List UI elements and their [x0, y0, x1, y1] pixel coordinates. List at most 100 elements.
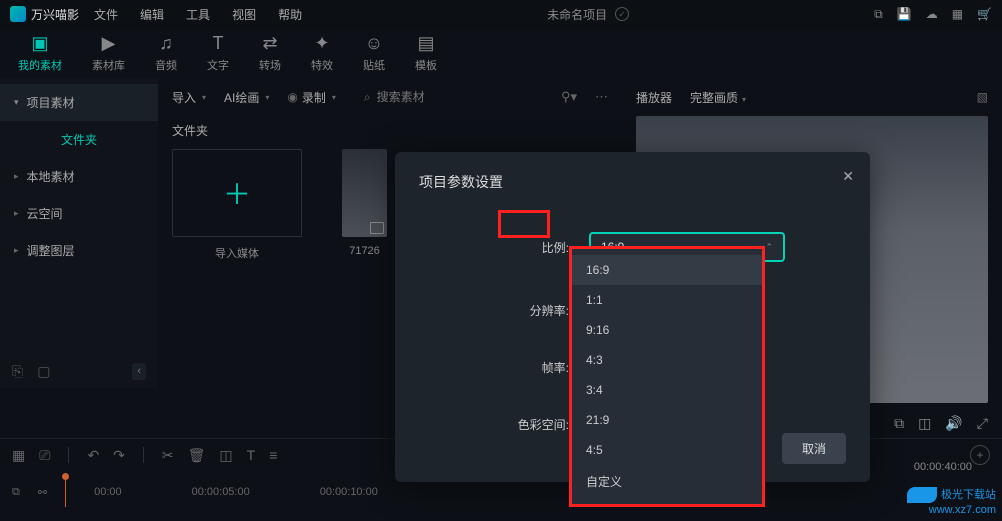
- tl-time-1: 00:00:05:00: [192, 486, 250, 498]
- import-button[interactable]: 导入: [172, 89, 206, 106]
- ratio-option-21-9[interactable]: 21:9: [572, 405, 762, 435]
- sidebar-label: 云空间: [27, 205, 63, 222]
- ratio-option-custom[interactable]: 自定义: [572, 465, 762, 498]
- tl-text-icon[interactable]: T: [247, 447, 256, 463]
- saved-check-icon: ✓: [615, 7, 629, 21]
- tab-label: 音频: [155, 57, 177, 73]
- watermark: 极光下载站 www.xz7.com: [907, 487, 996, 517]
- playhead[interactable]: [65, 477, 66, 507]
- tl-grid-icon[interactable]: ▦: [12, 447, 25, 464]
- sidebar-label: 本地素材: [27, 168, 75, 185]
- screen-icon[interactable]: ⧉: [874, 7, 883, 22]
- cloud-upload-icon[interactable]: ☁: [926, 7, 938, 22]
- sidebar-folder[interactable]: 文件夹: [0, 121, 158, 158]
- search-icon: ⌕: [364, 90, 371, 105]
- watermark-icon: [907, 487, 937, 503]
- tab-sticker[interactable]: ☺贴纸: [363, 33, 385, 73]
- sidebar-label: 调整图层: [27, 242, 75, 259]
- tl-crop-icon[interactable]: ◫: [219, 447, 232, 464]
- folder-icon[interactable]: ▢: [37, 363, 50, 380]
- search-input[interactable]: [377, 90, 457, 104]
- player-tab[interactable]: 播放器: [636, 89, 672, 106]
- volume-icon[interactable]: 🔊: [945, 415, 962, 432]
- tab-my-media[interactable]: ▣ 我的素材: [18, 33, 62, 73]
- camera-icon[interactable]: ◫: [918, 415, 931, 432]
- menu-tools[interactable]: 工具: [186, 6, 210, 23]
- quality-dropdown[interactable]: 完整画质: [690, 89, 746, 106]
- media-thumbnail[interactable]: [342, 149, 387, 237]
- collapse-sidebar-icon[interactable]: ‹: [132, 363, 146, 380]
- apps-icon[interactable]: ▦: [952, 7, 963, 22]
- record-button[interactable]: 录制: [287, 89, 336, 106]
- search-wrap: ⌕: [364, 90, 457, 105]
- tab-label: 特效: [311, 57, 333, 73]
- menu-help[interactable]: 帮助: [278, 6, 302, 23]
- filter-icon[interactable]: ⚲▾: [561, 89, 577, 105]
- close-icon[interactable]: ✕: [842, 168, 854, 185]
- resolution-label: 分辨率:: [419, 302, 569, 319]
- tl-cut-icon[interactable]: ✂: [162, 447, 174, 464]
- watermark-name: 极光下载站: [941, 489, 996, 501]
- tab-label: 我的素材: [18, 57, 62, 73]
- sidebar-adjust[interactable]: 调整图层: [0, 232, 158, 269]
- ratio-option-4-5[interactable]: 4:5: [572, 435, 762, 465]
- screen-mode-icon[interactable]: ⧉: [894, 415, 904, 432]
- tab-library[interactable]: ▶素材库: [92, 33, 125, 73]
- project-title: 未命名项目: [547, 6, 607, 23]
- tl-undo-icon[interactable]: ↶: [87, 447, 99, 464]
- ratio-option-3-4[interactable]: 3:4: [572, 375, 762, 405]
- tl-speed-icon[interactable]: ≡: [269, 447, 277, 463]
- tl-redo-icon[interactable]: ↷: [113, 447, 125, 464]
- new-folder-icon[interactable]: ⎘: [12, 363, 23, 380]
- ratio-option-9-16[interactable]: 9:16: [572, 315, 762, 345]
- tab-label: 素材库: [92, 57, 125, 73]
- ratio-highlight: [498, 210, 550, 238]
- app-name: 万兴喵影: [31, 6, 79, 23]
- tab-transition[interactable]: ⇄转场: [259, 33, 281, 73]
- menu-view[interactable]: 视图: [232, 6, 256, 23]
- cart-icon[interactable]: 🛒: [977, 7, 992, 22]
- tab-template[interactable]: ▤模板: [415, 33, 437, 73]
- sidebar-project[interactable]: 项目素材: [0, 84, 158, 121]
- tl-link-icon[interactable]: ⧉: [12, 486, 20, 499]
- tl-chain-icon[interactable]: ⚯: [38, 486, 47, 499]
- audio-icon: ♫: [159, 33, 173, 54]
- tl-add-button[interactable]: +: [970, 445, 990, 465]
- sidebar-label: 项目素材: [27, 94, 75, 111]
- cancel-button[interactable]: 取消: [782, 433, 846, 464]
- save-icon[interactable]: 💾: [897, 7, 912, 22]
- ratio-option-16-9[interactable]: 16:9: [572, 255, 762, 285]
- fx-icon: ✦: [314, 33, 329, 54]
- tab-label: 模板: [415, 57, 437, 73]
- sidebar-cloud[interactable]: 云空间: [0, 195, 158, 232]
- ratio-option-1-1[interactable]: 1:1: [572, 285, 762, 315]
- folder-label: 文件夹: [158, 116, 622, 149]
- tab-fx[interactable]: ✦ 特效: [311, 33, 333, 73]
- tab-audio[interactable]: ♫ 音频: [155, 33, 177, 73]
- project-settings-modal: 项目参数设置 ✕ 比例: 16:9 ⌃ 分辨率: 帧率: 色彩空间: 16:9 …: [395, 152, 870, 482]
- ratio-dropdown: 16:9 1:1 9:16 4:3 3:4 21:9 4:5 自定义: [569, 246, 765, 507]
- add-media-button[interactable]: ＋: [172, 149, 302, 237]
- tab-text[interactable]: T文字: [207, 33, 229, 73]
- more-icon[interactable]: ⋯: [595, 89, 608, 105]
- import-media-label: 导入媒体: [215, 245, 259, 261]
- tl-delete-icon[interactable]: 🗑: [188, 447, 206, 464]
- media-name: 71726: [349, 245, 380, 257]
- colorspace-label: 色彩空间:: [419, 416, 569, 433]
- menu-file[interactable]: 文件: [94, 6, 118, 23]
- tab-label: 转场: [259, 57, 281, 73]
- ratio-option-4-3[interactable]: 4:3: [572, 345, 762, 375]
- tl-clip-icon[interactable]: ⎚: [39, 447, 50, 464]
- ratio-label: 比例:: [419, 239, 569, 256]
- logo-icon: [10, 6, 26, 22]
- watermark-url: www.xz7.com: [929, 504, 996, 516]
- menu-edit[interactable]: 编辑: [140, 6, 164, 23]
- snapshot-icon[interactable]: ▧: [977, 90, 988, 104]
- sticker-icon: ☺: [365, 33, 383, 54]
- chevron-up-icon: ⌃: [765, 242, 773, 253]
- fullscreen-icon[interactable]: ⤢: [977, 415, 988, 432]
- text-icon: T: [213, 33, 224, 54]
- sidebar-local[interactable]: 本地素材: [0, 158, 158, 195]
- media-icon: ▣: [31, 33, 48, 54]
- ai-draw-button[interactable]: AI绘画: [224, 89, 269, 106]
